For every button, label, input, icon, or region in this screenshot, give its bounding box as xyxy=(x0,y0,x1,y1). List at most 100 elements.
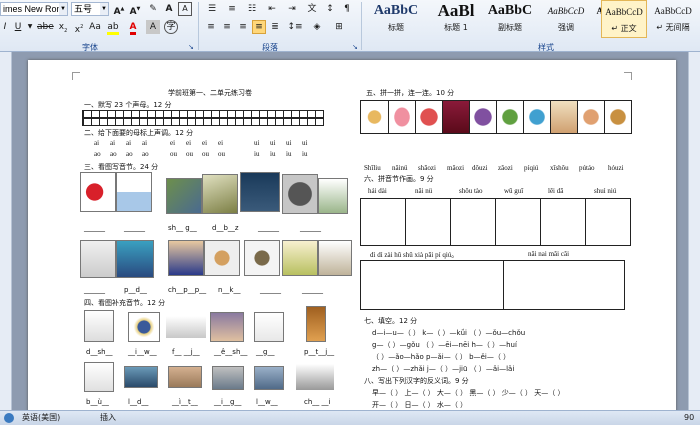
chinese-layout-icon[interactable]: 文 xyxy=(304,2,320,16)
align-right-icon[interactable]: ≡ xyxy=(236,20,250,34)
answer-blank: p__d__ xyxy=(124,286,147,294)
font-dialog-launcher-icon[interactable]: ↘ xyxy=(188,43,194,51)
decrease-indent-icon[interactable]: ⇤ xyxy=(264,2,280,16)
antonym-line: 早—（ ） 上—（ ） 大—（ ） 黑—（ ） 少—（ ） 天—（ ） xyxy=(372,389,565,397)
highlight-icon[interactable]: ab xyxy=(106,20,120,35)
fill-line: g—（ ）—gǒu （ ）—ēi—nēi h—（ ）—huí xyxy=(372,341,517,349)
sack-picture xyxy=(551,101,578,133)
italic-icon[interactable]: I xyxy=(0,20,10,34)
font-size-combo[interactable]: 五号 ▼ xyxy=(71,2,109,16)
document-page[interactable]: 学前班第一、二单元练习卷 一、默写 23 个声母。12 分 二、给下面要的母标上… xyxy=(28,60,676,410)
section-2-heading: 二、给下面要的母标上声调。12 分 xyxy=(84,129,194,137)
vowel-item: ou xyxy=(202,150,209,158)
drawing-label: shǒu tào xyxy=(459,187,483,195)
chevron-down-icon[interactable]: ▼ xyxy=(26,20,34,34)
vegetable-picture xyxy=(318,178,348,214)
vowel-item: iu xyxy=(270,150,276,158)
fill-line: （ ）—ǎo—hǎo p—ǎi—（ ） b—ěi—（ ） xyxy=(372,353,511,361)
airplane-picture xyxy=(166,316,206,338)
answer-blank: f__ __j__ xyxy=(172,348,200,356)
char-shading-icon[interactable]: A xyxy=(146,20,160,34)
subscript-icon[interactable]: x2 xyxy=(56,20,70,34)
drawing-box-wide[interactable] xyxy=(360,260,504,310)
drawing-box[interactable] xyxy=(585,198,631,246)
bullets-icon[interactable]: ☰ xyxy=(204,2,220,16)
shading-icon[interactable]: ◈ xyxy=(308,20,326,34)
answer-blank: d__sh__ xyxy=(86,348,113,356)
strikethrough-icon[interactable]: abe xyxy=(36,20,54,34)
coin-picture xyxy=(244,240,280,276)
clear-format-icon[interactable]: ✎ xyxy=(146,2,160,16)
paragraph-dialog-launcher-icon[interactable]: ↘ xyxy=(352,43,358,51)
pinyin-word: zǎozi xyxy=(498,164,513,172)
document-canvas[interactable]: 学前班第一、二单元练习卷 一、默写 23 个声母。12 分 二、给下面要的母标上… xyxy=(0,52,700,410)
drawing-box[interactable] xyxy=(540,198,586,246)
drawing-box[interactable] xyxy=(360,198,406,246)
shrink-font-icon[interactable]: A▼ xyxy=(128,2,142,17)
drawing-box[interactable] xyxy=(405,198,451,246)
style-tile[interactable]: AaBbC 副标题 xyxy=(481,0,539,38)
answer-blank: __i__w__ xyxy=(128,348,157,356)
vertical-scrollbar[interactable] xyxy=(688,52,700,410)
line-spacing-icon[interactable]: ↕≡ xyxy=(286,20,304,34)
style-tile[interactable]: AaBbCcD ↵ 无间隔 xyxy=(649,0,697,38)
superscript-icon[interactable]: x2 xyxy=(72,20,86,35)
chevron-down-icon[interactable]: ▼ xyxy=(100,3,108,15)
char-border-icon[interactable]: A xyxy=(178,2,192,16)
font-name-combo[interactable]: imes New Romar ▼ xyxy=(0,2,68,16)
language-status[interactable]: 英语(美国) xyxy=(22,411,60,425)
drawing-box[interactable] xyxy=(450,198,496,246)
underline-icon[interactable]: U xyxy=(12,20,24,34)
show-marks-icon[interactable]: ¶ xyxy=(340,2,354,16)
vowel-item: ou xyxy=(218,150,225,158)
vertical-ruler[interactable] xyxy=(0,52,12,410)
drawing-box[interactable] xyxy=(495,198,541,246)
justify-icon[interactable]: ≡ xyxy=(252,20,266,34)
pinyin-word: nǎinü xyxy=(392,164,408,172)
farmer-picture xyxy=(282,240,318,276)
style-tile-active[interactable]: AaBbCcD ↵ 正文 xyxy=(601,0,647,38)
answer-blank: d__b__z xyxy=(212,224,239,232)
distribute-icon[interactable]: ≣ xyxy=(268,20,282,34)
monkey-picture xyxy=(605,101,631,133)
section-6-heading: 六、拼音节作画。9 分 xyxy=(364,175,434,183)
style-tile[interactable]: AaBl 标题 1 xyxy=(427,0,485,38)
vowel-item: iu xyxy=(302,150,308,158)
vowel-item: ou xyxy=(170,150,177,158)
vowel-item: ei xyxy=(170,139,176,147)
align-left-icon[interactable]: ≡ xyxy=(204,20,218,34)
numbering-icon[interactable]: ≡ xyxy=(224,2,240,16)
group-divider xyxy=(198,2,199,50)
sort-icon[interactable]: ↕ xyxy=(322,2,338,16)
borders-icon[interactable]: ⊞ xyxy=(330,20,348,34)
zoom-level[interactable]: 90 xyxy=(684,411,694,425)
grow-font-icon[interactable]: A▲ xyxy=(112,2,126,17)
section-4-heading: 四、看图补充音节。12 分 xyxy=(84,299,166,307)
language-icon[interactable] xyxy=(4,413,14,423)
vowel-item: ui xyxy=(254,139,260,147)
vowel-item: ei xyxy=(218,139,224,147)
answer-blank: n__k__ xyxy=(218,286,241,294)
style-tile[interactable]: AaBbC 标题 xyxy=(367,0,425,38)
vowel-item: ei xyxy=(202,139,208,147)
drawing-box-wide[interactable] xyxy=(503,260,625,310)
vowel-item: ao xyxy=(94,150,101,158)
vowel-item: ai xyxy=(126,139,132,147)
increase-indent-icon[interactable]: ⇥ xyxy=(284,2,300,16)
enclose-char-icon[interactable]: 字 xyxy=(164,20,178,34)
buffalo-picture xyxy=(282,174,318,214)
align-center-icon[interactable]: ≡ xyxy=(220,20,234,34)
phonetic-guide-icon[interactable]: A xyxy=(162,2,176,16)
fill-line: d—i—u—（ ） k—（ ）—kǘi （ ）—ǒu—chǒu xyxy=(372,329,526,337)
vowel-item: ui xyxy=(286,139,292,147)
multilevel-list-icon[interactable]: ☷ xyxy=(244,2,260,16)
style-sample: AaBbCcD xyxy=(654,6,692,16)
chevron-down-icon[interactable]: ▼ xyxy=(59,3,67,15)
leaves-picture xyxy=(318,240,352,276)
towel-picture xyxy=(80,240,116,278)
change-case-icon[interactable]: Aa xyxy=(88,20,102,34)
grapes-picture xyxy=(470,101,497,133)
font-color-icon[interactable]: A xyxy=(126,20,140,35)
insert-mode-status[interactable]: 插入 xyxy=(100,411,116,425)
vowel-item: ou xyxy=(186,150,193,158)
